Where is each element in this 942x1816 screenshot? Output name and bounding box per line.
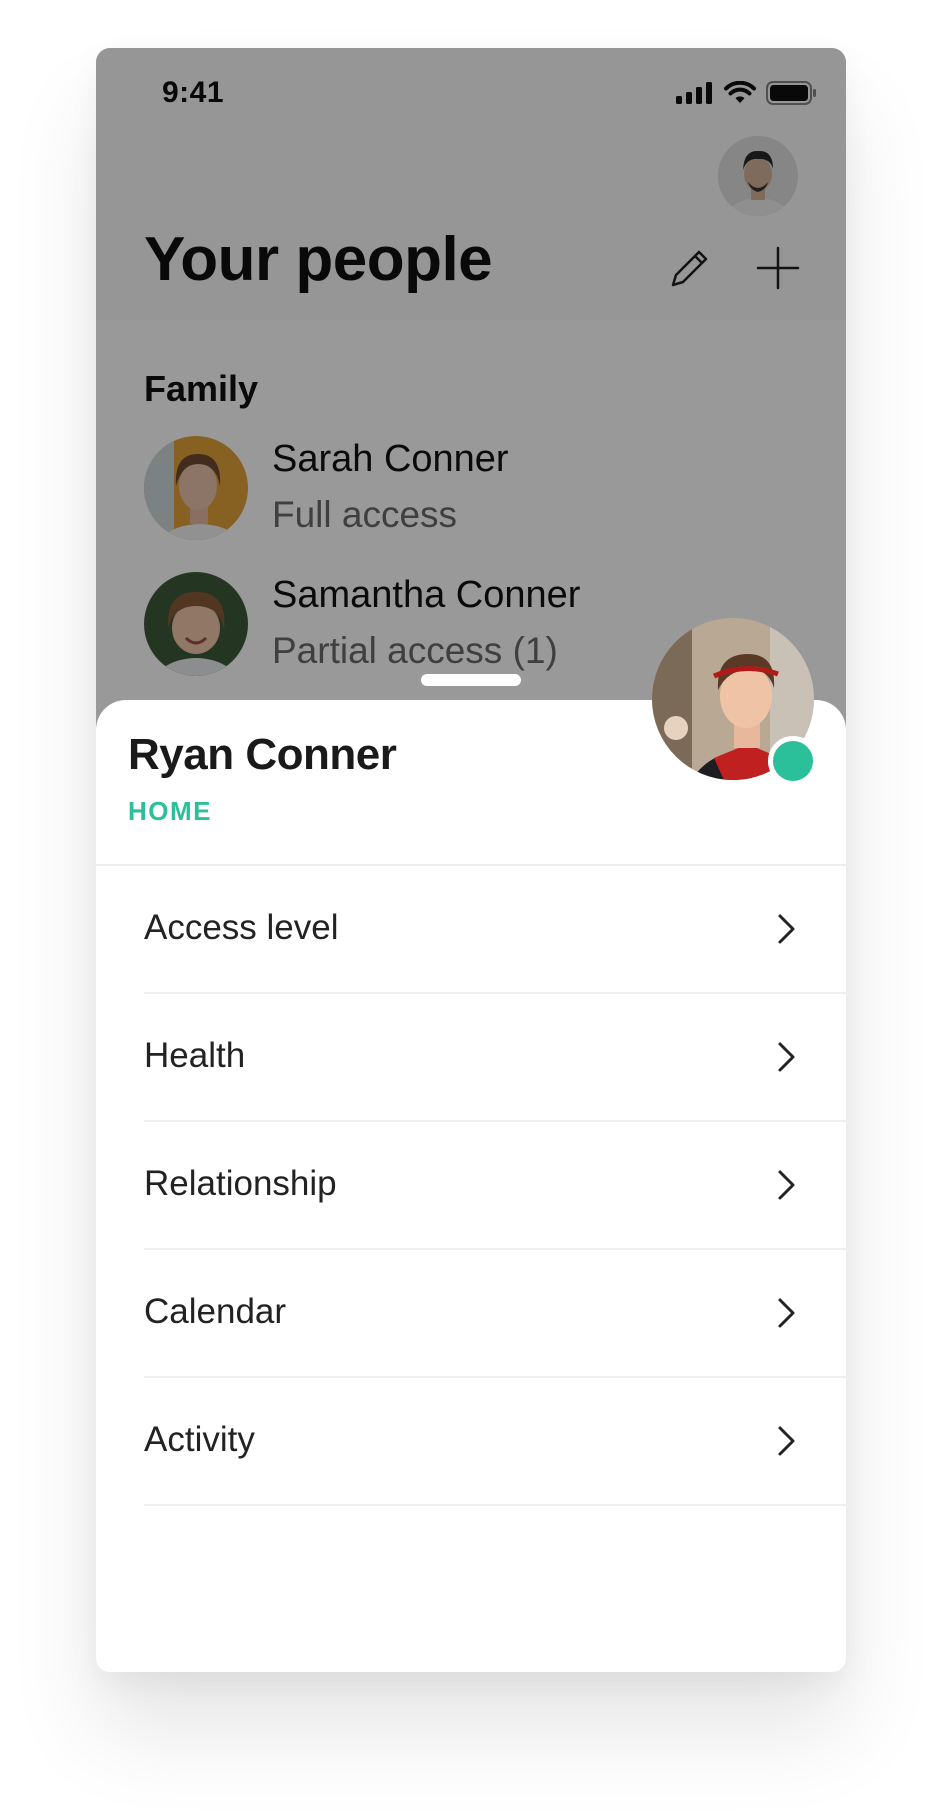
sheet-person-name: Ryan Conner — [128, 730, 397, 779]
chevron-right-icon — [778, 1426, 795, 1456]
menu-item-health[interactable]: Health — [144, 994, 846, 1122]
menu-item-calendar[interactable]: Calendar — [144, 1250, 846, 1378]
menu-item-activity[interactable]: Activity — [144, 1378, 846, 1506]
person-detail-sheet: Ryan Conner HOME Access level Health Rel… — [96, 700, 846, 1672]
sheet-drag-handle[interactable] — [421, 674, 521, 686]
overlay-header-tint — [96, 48, 846, 320]
chevron-right-icon — [778, 914, 795, 944]
detail-menu: Access level Health Relationship Calenda… — [96, 866, 846, 1506]
chevron-right-icon — [778, 1170, 795, 1200]
menu-item-label: Access level — [144, 908, 339, 947]
phone-frame: 9:41 Your people Family Sarah Conner Ful… — [96, 48, 846, 1672]
menu-item-relationship[interactable]: Relationship — [144, 1122, 846, 1250]
online-status-dot — [768, 736, 818, 786]
menu-item-access-level[interactable]: Access level — [144, 866, 846, 994]
menu-item-label: Relationship — [144, 1164, 337, 1203]
sheet-location: HOME — [128, 796, 212, 826]
menu-item-label: Calendar — [144, 1292, 287, 1331]
chevron-right-icon — [778, 1298, 795, 1328]
menu-item-label: Activity — [144, 1420, 255, 1459]
menu-item-label: Health — [144, 1036, 246, 1075]
chevron-right-icon — [778, 1042, 795, 1072]
